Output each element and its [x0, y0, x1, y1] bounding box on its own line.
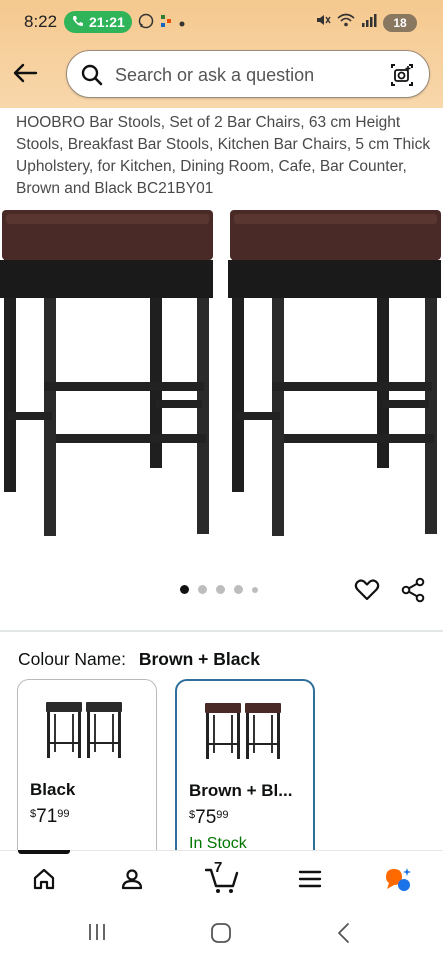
search-icon: [81, 64, 103, 91]
carousel-dot[interactable]: [216, 585, 225, 594]
recent-apps-icon[interactable]: [86, 922, 108, 947]
brown-stool-thumbnail-icon: [205, 703, 281, 759]
colour-option-black[interactable]: Black $7199: [17, 679, 157, 869]
swatch-price: $7599: [189, 807, 229, 829]
ongoing-call-pill[interactable]: 21:21: [64, 11, 132, 33]
price-currency: $: [30, 808, 37, 820]
battery-level: 18: [393, 15, 407, 30]
cart-icon[interactable]: 7: [200, 859, 244, 895]
product-title[interactable]: HOOBRO Bar Stools, Set of 2 Bar Chairs, …: [16, 112, 431, 200]
camera-search-icon[interactable]: [389, 62, 415, 93]
more-notifications-dot: [178, 15, 186, 33]
signal-icon: [361, 12, 377, 33]
colour-selected-value: Brown + Black: [138, 649, 260, 669]
system-status-icons: 18: [315, 12, 417, 33]
black-stool-thumbnail-icon: [46, 702, 122, 758]
carousel-dot[interactable]: [234, 585, 243, 594]
status-bar: 8:22 21:21 18: [0, 0, 443, 44]
app-header: 8:22 21:21 18 Search or ask a question: [0, 0, 443, 108]
colour-label: Colour Name:: [18, 649, 126, 669]
phone-icon: [72, 14, 84, 30]
colour-selection-label: Colour Name: Brown + Black: [18, 649, 260, 670]
search-bar[interactable]: [66, 50, 430, 98]
app-notification-icon: [158, 13, 174, 34]
carousel-dot[interactable]: [198, 585, 207, 594]
mute-icon: [315, 12, 331, 33]
call-timer: 21:21: [89, 14, 125, 30]
account-icon[interactable]: [112, 863, 152, 895]
carousel-dot[interactable]: [180, 585, 189, 594]
cart-count: 7: [214, 859, 223, 876]
price-whole: 75: [195, 807, 217, 828]
price-currency: $: [189, 809, 196, 821]
price-whole: 71: [36, 806, 58, 827]
stool-right-illustration: [228, 210, 441, 536]
colour-option-brown-black[interactable]: Brown + Bl... $7599 In Stock: [175, 679, 315, 869]
price-fraction: 99: [216, 809, 229, 821]
home-button-icon[interactable]: [210, 922, 232, 949]
heart-icon[interactable]: [354, 577, 380, 608]
whatsapp-icon: [138, 13, 154, 34]
stool-left-illustration: [0, 210, 213, 536]
image-carousel-dots[interactable]: [180, 585, 258, 594]
back-arrow-icon[interactable]: [12, 62, 38, 84]
notification-icons: [138, 13, 186, 34]
swatch-price: $7199: [30, 806, 70, 828]
status-time: 8:22: [24, 12, 58, 31]
swatch-name: Brown + Bl...: [189, 781, 293, 800]
carousel-dot[interactable]: [252, 586, 258, 593]
active-tab-indicator: [18, 850, 70, 854]
share-icon[interactable]: [400, 577, 426, 608]
price-fraction: 99: [57, 808, 70, 820]
home-icon[interactable]: [24, 863, 64, 895]
menu-icon[interactable]: [290, 863, 330, 895]
rufus-icon[interactable]: [378, 863, 418, 895]
system-navigation-bar: [0, 908, 443, 960]
battery-indicator: 18: [383, 13, 417, 32]
wifi-icon: [337, 12, 355, 33]
search-input[interactable]: [115, 61, 375, 89]
system-back-icon[interactable]: [336, 922, 352, 949]
swatch-name: Black: [30, 780, 76, 799]
product-image[interactable]: [0, 200, 443, 560]
section-divider: [0, 630, 443, 632]
bottom-navigation: 7: [0, 850, 443, 908]
